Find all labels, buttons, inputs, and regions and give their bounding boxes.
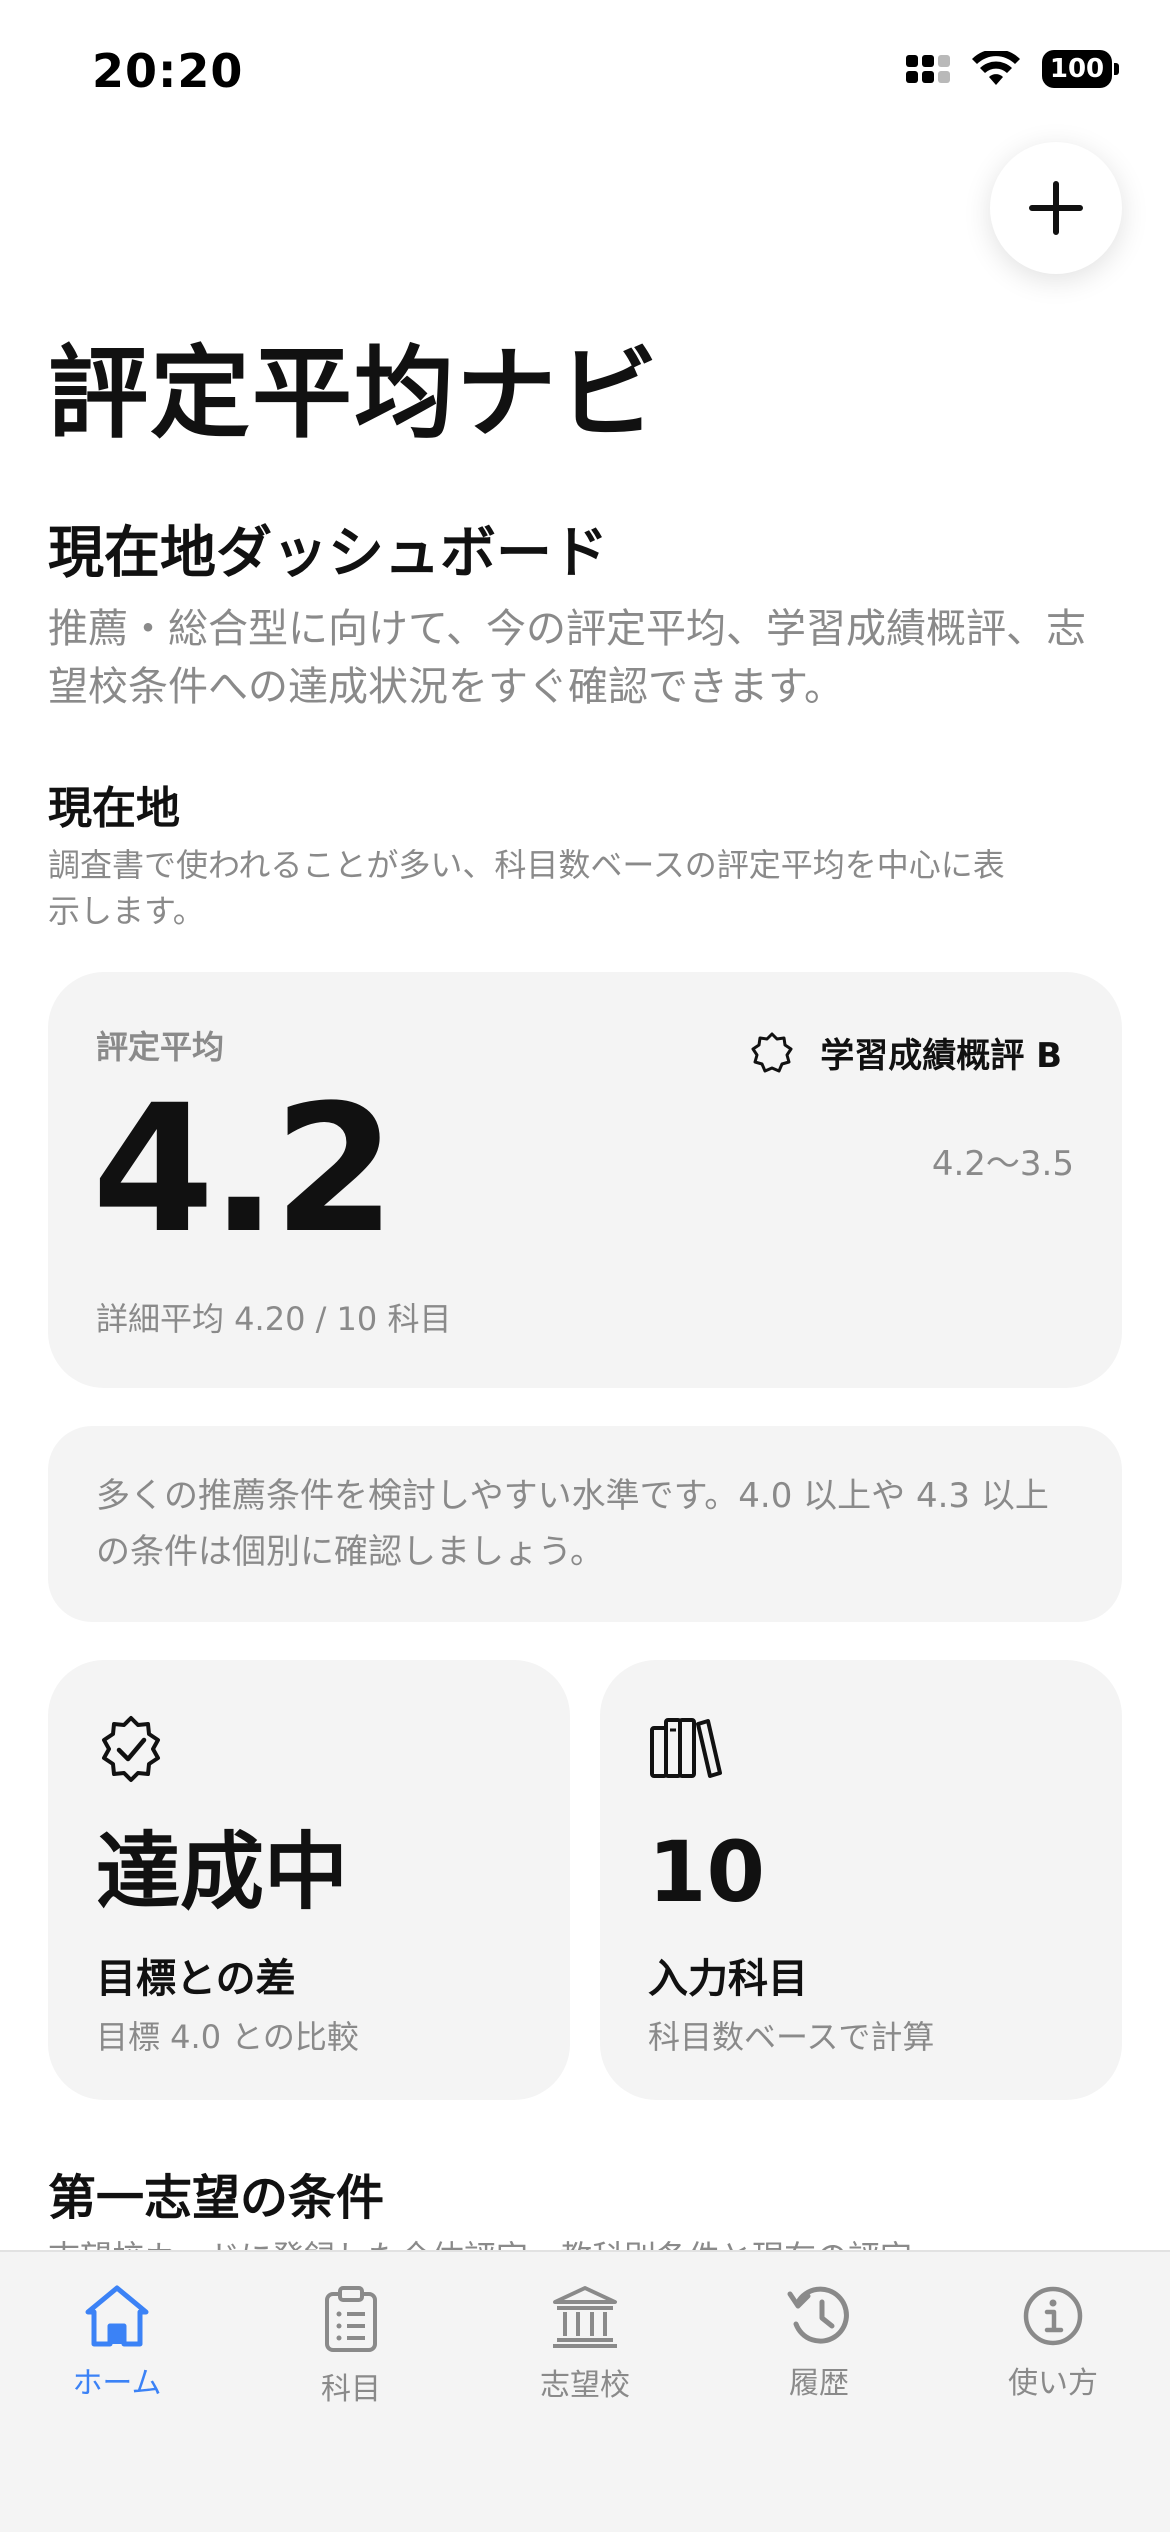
goal-status-value: 達成中 [96, 1823, 349, 1921]
advice-text: 多くの推薦条件を検討しやすい水準です。4.0 以上や 4.3 以上の条件は個別に… [96, 1476, 1049, 1572]
screen: 20:20 100 評定平均ナビ 現在地ダッシュボード 推薦・総合型に向けて、今… [0, 0, 1170, 2532]
battery-level: 100 [1049, 54, 1105, 84]
books-icon [648, 1714, 724, 1784]
subject-count-sub: 科目数ベースで計算 [648, 2018, 935, 2056]
goal-status-sub: 目標 4.0 との比較 [96, 2018, 359, 2056]
subject-count-value: 10 [648, 1823, 765, 1921]
tab-bar: ホーム 科目 志望校 履歴 使い方 [0, 2250, 1170, 2532]
clipboard-icon [325, 2286, 377, 2352]
average-card[interactable]: 評定平均 4.2 詳細平均 4.20 / 10 科目 学習成績概評 B 4.2〜… [48, 972, 1122, 1388]
status-time: 20:20 [92, 44, 244, 98]
tab-subjects-label: 科目 [321, 2372, 381, 2407]
plus-icon [1029, 181, 1083, 235]
current-title: 現在地 [48, 783, 180, 834]
tab-home[interactable]: ホーム [0, 2284, 234, 2402]
tab-help[interactable]: 使い方 [936, 2284, 1170, 2402]
seal-icon [751, 1032, 793, 1072]
cellular-signal-icon [906, 55, 950, 83]
dashboard-description: 推薦・総合型に向けて、今の評定平均、学習成績概評、志望校条件への達成状況をすぐ確… [48, 606, 1086, 710]
current-description: 調査書で使われることが多い、科目数ベースの評定平均を中心に表示します。 [48, 846, 1005, 930]
tab-help-label: 使い方 [1008, 2366, 1098, 2401]
tab-subjects[interactable]: 科目 [234, 2284, 468, 2408]
info-icon [1023, 2286, 1083, 2346]
tab-home-label: ホーム [72, 2366, 162, 2401]
history-icon [787, 2286, 849, 2344]
average-value: 4.2 [92, 1067, 396, 1272]
tab-schools[interactable]: 志望校 [468, 2284, 702, 2404]
first-choice-title: 第一志望の条件 [48, 2170, 385, 2226]
tab-history[interactable]: 履歴 [702, 2284, 936, 2402]
battery-icon: 100 [1042, 50, 1119, 88]
dashboard-title: 現在地ダッシュボード [48, 521, 608, 586]
check-badge-icon [96, 1714, 166, 1788]
tab-schools-label: 志望校 [540, 2368, 630, 2403]
grade-range: 4.2〜3.5 [931, 1144, 1074, 1184]
add-button[interactable] [990, 142, 1122, 274]
subject-count-label: 入力科目 [648, 1956, 808, 2002]
grade-badge: 学習成績概評 B [750, 1028, 1062, 1077]
wifi-icon [972, 51, 1020, 85]
school-icon [553, 2286, 617, 2348]
goal-status-label: 目標との差 [96, 1956, 296, 2002]
status-icons: 100 [906, 50, 1119, 88]
grade-text: 学習成績概評 B [820, 1036, 1062, 1076]
average-label: 評定平均 [96, 1028, 225, 1066]
tab-history-label: 履歴 [789, 2366, 849, 2401]
app-title: 評定平均ナビ [48, 335, 660, 452]
goal-status-card[interactable]: 達成中 目標との差 目標 4.0 との比較 [48, 1660, 570, 2100]
status-bar: 20:20 100 [0, 0, 1170, 150]
average-detail: 詳細平均 4.20 / 10 科目 [96, 1300, 452, 1338]
advice-card: 多くの推薦条件を検討しやすい水準です。4.0 以上や 4.3 以上の条件は個別に… [48, 1426, 1122, 1622]
home-icon [85, 2285, 149, 2347]
subject-count-card[interactable]: 10 入力科目 科目数ベースで計算 [600, 1660, 1122, 2100]
